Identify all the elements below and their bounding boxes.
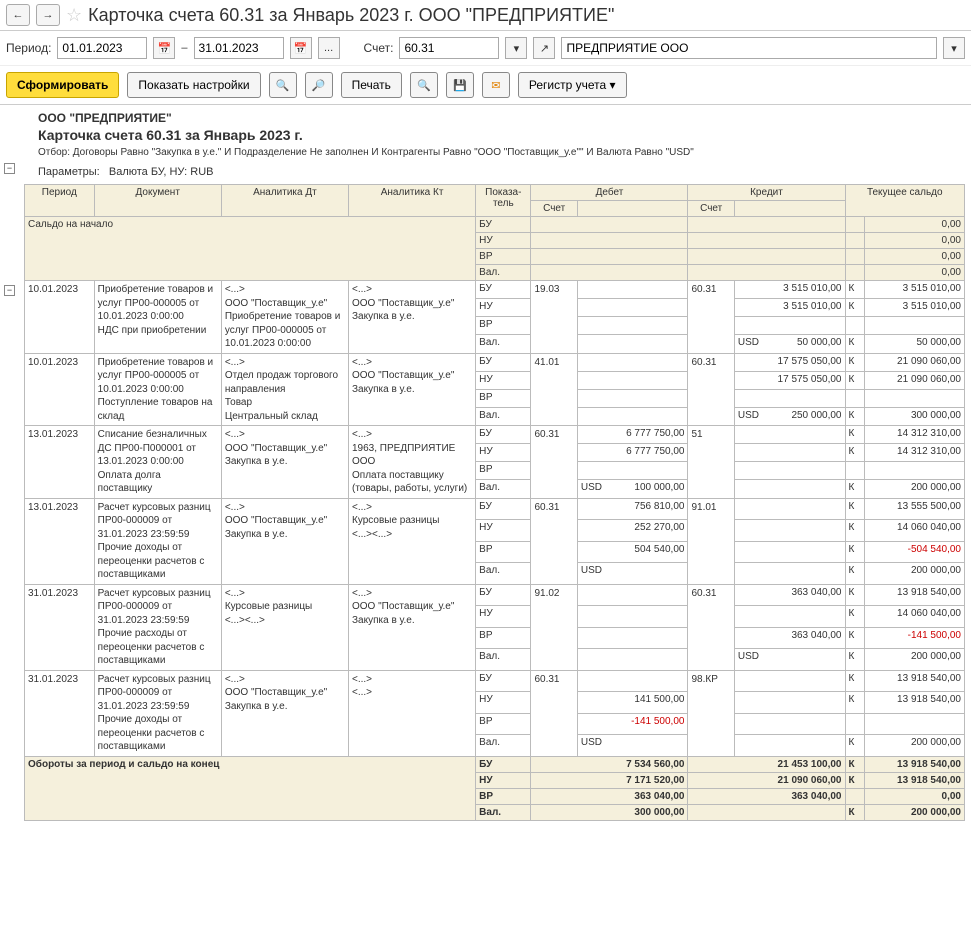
cell-doc: Расчет курсовых разниц ПР00-000009 от 31… <box>94 584 221 670</box>
cell-akt: <...>ООО "Поставщик_у.е"Закупка в у.е. <box>349 353 476 426</box>
org-dropdown-icon[interactable]: ▾ <box>943 37 965 59</box>
table-row: 10.01.2023Приобретение товаров и услуг П… <box>25 353 965 371</box>
col-indicator: Показа- тель <box>476 185 531 217</box>
col-debit-acct: Счет <box>531 201 577 217</box>
params-label: Параметры: <box>38 166 100 178</box>
account-dropdown-icon[interactable]: ▾ <box>505 37 527 59</box>
col-period: Период <box>25 185 95 217</box>
cell-adt: <...>ООО "Поставщик_у.е"Закупка в у.е. <box>221 426 348 499</box>
account-input[interactable] <box>399 37 499 59</box>
show-settings-button[interactable]: Показать настройки <box>127 72 260 98</box>
cell-adt: <...>Отдел продаж торгового направленияТ… <box>221 353 348 426</box>
cell-credit-acct: 60.31 <box>688 353 734 426</box>
cell-credit-acct: 60.31 <box>688 281 734 354</box>
window-title: Карточка счета 60.31 за Январь 2023 г. О… <box>88 5 614 26</box>
col-credit-acct: Счет <box>688 201 734 217</box>
date-to-input[interactable] <box>194 37 284 59</box>
favorite-star-icon[interactable]: ☆ <box>66 5 82 26</box>
cell-doc: Расчет курсовых разниц ПР00-000009 от 31… <box>94 498 221 584</box>
table-row: 31.01.2023Расчет курсовых разниц ПР00-00… <box>25 584 965 606</box>
cell-akt: <...>Курсовые разницы<...><...> <box>349 498 476 584</box>
cell-debit-acct: 19.03 <box>531 281 577 354</box>
col-credit: Кредит <box>688 185 845 201</box>
cell-doc: Списание безналичных ДС ПР00-П000001 от … <box>94 426 221 499</box>
cell-adt: <...>Курсовые разницы<...><...> <box>221 584 348 670</box>
find-icon[interactable]: 🔍 <box>269 72 297 98</box>
cell-credit-acct: 91.01 <box>688 498 734 584</box>
cell-doc: Приобретение товаров и услуг ПР00-000005… <box>94 281 221 354</box>
calendar-to-icon[interactable]: 📅 <box>290 37 312 59</box>
cell-date: 10.01.2023 <box>25 281 95 354</box>
date-dash: – <box>181 42 187 54</box>
email-icon[interactable]: ✉ <box>482 72 510 98</box>
cell-date: 31.01.2023 <box>25 670 95 756</box>
cell-debit-acct: 60.31 <box>531 670 577 756</box>
report-table: Период Документ Аналитика Дт Аналитика К… <box>24 184 965 821</box>
table-row: 13.01.2023Списание безналичных ДС ПР00-П… <box>25 426 965 444</box>
report-org: ООО "ПРЕДПРИЯТИЕ" <box>38 111 965 125</box>
save-icon[interactable]: 💾 <box>446 72 474 98</box>
nav-back-button[interactable]: ← <box>6 4 30 26</box>
org-input[interactable] <box>561 37 937 59</box>
cell-debit-acct: 60.31 <box>531 426 577 499</box>
account-label: Счет: <box>364 41 394 55</box>
cell-debit-acct: 60.31 <box>531 498 577 584</box>
col-doc: Документ <box>94 185 221 217</box>
cell-debit-acct: 91.02 <box>531 584 577 670</box>
print-button[interactable]: Печать <box>341 72 402 98</box>
cell-adt: <...>ООО "Поставщик_у.е"Закупка в у.е. <box>221 670 348 756</box>
register-button[interactable]: Регистр учета ▾ <box>518 72 627 98</box>
table-row: 10.01.2023Приобретение товаров и услуг П… <box>25 281 965 299</box>
cell-doc: Приобретение товаров и услуг ПР00-000005… <box>94 353 221 426</box>
cell-akt: <...>1963, ПРЕДПРИЯТИЕ ООООплата поставщ… <box>349 426 476 499</box>
period-picker-button[interactable]: ... <box>318 37 340 59</box>
cell-credit-acct: 51 <box>688 426 734 499</box>
preview-icon[interactable]: 🔍 <box>410 72 438 98</box>
col-debit: Дебет <box>531 185 688 201</box>
cell-akt: <...>ООО "Поставщик_у.е"Закупка в у.е. <box>349 281 476 354</box>
totals-row: Обороты за период и сальдо на конецБУ7 5… <box>25 756 965 772</box>
cell-date: 10.01.2023 <box>25 353 95 426</box>
period-label: Период: <box>6 41 51 55</box>
report-title: Карточка счета 60.31 за Январь 2023 г. <box>38 127 965 143</box>
cell-adt: <...>ООО "Поставщик_у.е"Закупка в у.е. <box>221 498 348 584</box>
report-filter: Отбор: Договоры Равно "Закупка в у.е." И… <box>38 147 965 158</box>
cell-doc: Расчет курсовых разниц ПР00-000009 от 31… <box>94 670 221 756</box>
totals-label: Обороты за период и сальдо на конец <box>25 756 476 820</box>
cell-date: 13.01.2023 <box>25 426 95 499</box>
cell-credit-acct: 60.31 <box>688 584 734 670</box>
tree-collapse-icon[interactable]: − <box>4 285 15 296</box>
opening-label: Сальдо на начало <box>25 217 476 281</box>
cell-date: 31.01.2023 <box>25 584 95 670</box>
date-from-input[interactable] <box>57 37 147 59</box>
nav-forward-button[interactable]: → <box>36 4 60 26</box>
col-adt: Аналитика Дт <box>221 185 348 217</box>
find-next-icon[interactable]: 🔎 <box>305 72 333 98</box>
params-value: Валюта БУ, НУ: RUB <box>109 166 214 178</box>
calendar-from-icon[interactable]: 📅 <box>153 37 175 59</box>
tree-collapse-icon[interactable]: − <box>4 163 15 174</box>
account-open-icon[interactable]: ↗ <box>533 37 555 59</box>
col-akt: Аналитика Кт <box>349 185 476 217</box>
cell-akt: <...>ООО "Поставщик_у.е"Закупка в у.е. <box>349 584 476 670</box>
cell-credit-acct: 98.КР <box>688 670 734 756</box>
generate-button[interactable]: Сформировать <box>6 72 119 98</box>
table-row: 13.01.2023Расчет курсовых разниц ПР00-00… <box>25 498 965 520</box>
cell-akt: <...><...> <box>349 670 476 756</box>
col-balance: Текущее сальдо <box>845 185 965 217</box>
cell-debit-acct: 41.01 <box>531 353 577 426</box>
cell-date: 13.01.2023 <box>25 498 95 584</box>
cell-adt: <...>ООО "Поставщик_у.е"Приобретение тов… <box>221 281 348 354</box>
table-row: 31.01.2023Расчет курсовых разниц ПР00-00… <box>25 670 965 692</box>
